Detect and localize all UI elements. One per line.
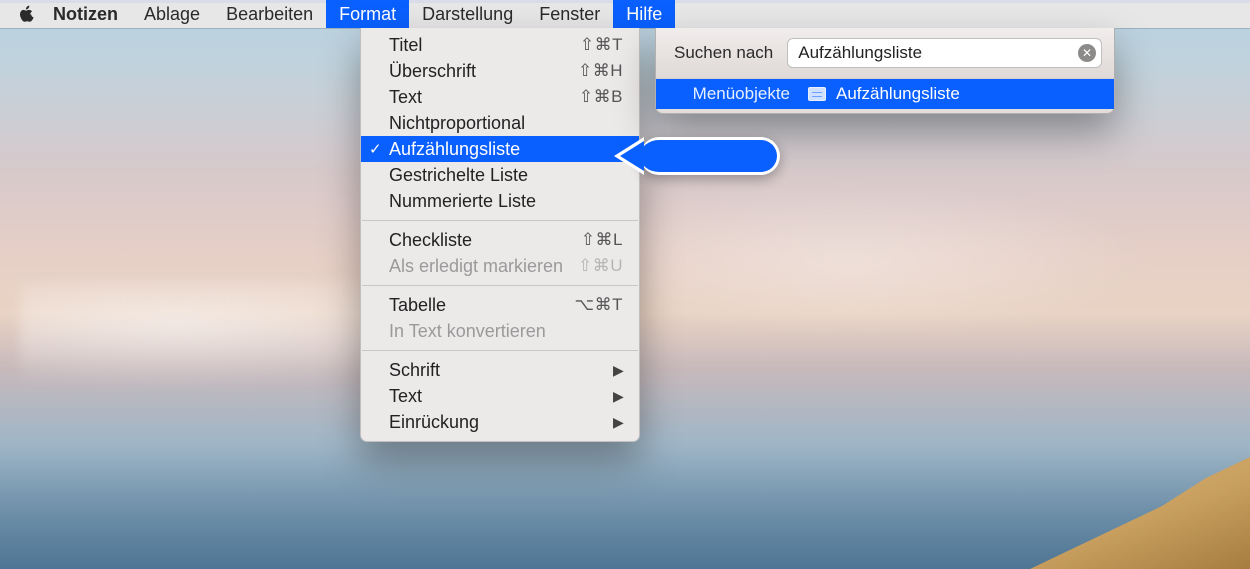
menu-format[interactable]: Format <box>326 0 409 28</box>
menu-item-in-text-konvertieren: In Text konvertieren <box>361 318 639 344</box>
menu-item-tabelle[interactable]: Tabelle ⌥⌘T <box>361 292 639 318</box>
help-result-label: Aufzählungsliste <box>836 84 960 104</box>
menu-fenster[interactable]: Fenster <box>526 0 613 28</box>
menu-item-label: Einrückung <box>389 412 613 433</box>
menu-item-als-erledigt: Als erledigt markieren ⇧⌘U <box>361 253 639 279</box>
menu-item-shortcut: ⌥⌘T <box>575 295 623 315</box>
menu-item-shortcut: ⇧⌘H <box>578 61 623 81</box>
highlight-callout <box>640 137 780 175</box>
menu-hilfe[interactable]: Hilfe <box>613 0 675 28</box>
menu-item-nummerierte-liste[interactable]: Nummerierte Liste <box>361 188 639 214</box>
apple-menu-icon[interactable] <box>14 0 40 28</box>
menu-item-label: Titel <box>389 35 580 56</box>
menu-item-label: Checkliste <box>389 230 581 251</box>
help-result: Aufzählungsliste <box>808 84 960 104</box>
menu-app-name[interactable]: Notizen <box>40 0 131 28</box>
menu-item-label: Aufzählungsliste <box>389 139 623 160</box>
help-result-category: Menüobjekte <box>670 84 790 104</box>
menu-separator <box>362 220 638 221</box>
help-search-row: Suchen nach ✕ <box>656 28 1114 79</box>
menu-item-label: Nichtproportional <box>389 113 623 134</box>
menu-separator <box>362 285 638 286</box>
help-result-row[interactable]: Menüobjekte Aufzählungsliste <box>656 79 1114 109</box>
menu-item-label: Text <box>389 386 613 407</box>
menu-item-label: Tabelle <box>389 295 575 316</box>
menu-item-label: Text <box>389 87 579 108</box>
menu-item-label: Überschrift <box>389 61 578 82</box>
clear-search-icon[interactable]: ✕ <box>1078 44 1096 62</box>
menu-ablage[interactable]: Ablage <box>131 0 213 28</box>
menu-item-label: Schrift <box>389 360 613 381</box>
menu-item-label: Als erledigt markieren <box>389 256 578 277</box>
menu-item-label: Gestrichelte Liste <box>389 165 623 186</box>
help-popover: Suchen nach ✕ Menüobjekte Aufzählungslis… <box>655 28 1115 114</box>
menu-item-titel[interactable]: Titel ⇧⌘T <box>361 32 639 58</box>
menu-item-label: Nummerierte Liste <box>389 191 623 212</box>
menu-item-text-submenu[interactable]: Text ▶ <box>361 383 639 409</box>
menubar: Notizen Ablage Bearbeiten Format Darstel… <box>0 0 1250 28</box>
chevron-right-icon: ▶ <box>613 414 623 431</box>
menu-item-shortcut: ⇧⌘U <box>578 256 623 276</box>
menu-item-schrift[interactable]: Schrift ▶ <box>361 357 639 383</box>
menu-item-shortcut: ⇧⌘B <box>579 87 623 107</box>
menu-item-ueberschrift[interactable]: Überschrift ⇧⌘H <box>361 58 639 84</box>
menu-item-gestrichelte-liste[interactable]: Gestrichelte Liste <box>361 162 639 188</box>
menu-item-shortcut: ⇧⌘T <box>580 35 623 55</box>
chevron-right-icon: ▶ <box>613 388 623 405</box>
menu-item-einrueckung[interactable]: Einrückung ▶ <box>361 409 639 435</box>
menu-item-checkliste[interactable]: Checkliste ⇧⌘L <box>361 227 639 253</box>
help-search-wrap: ✕ <box>787 38 1102 68</box>
checkmark-icon: ✓ <box>369 140 382 158</box>
menu-item-label: In Text konvertieren <box>389 321 623 342</box>
chevron-right-icon: ▶ <box>613 362 623 379</box>
menu-item-aufzaehlungsliste[interactable]: ✓ Aufzählungsliste <box>361 136 639 162</box>
menu-bearbeiten[interactable]: Bearbeiten <box>213 0 326 28</box>
format-menu-dropdown: Titel ⇧⌘T Überschrift ⇧⌘H Text ⇧⌘B Nicht… <box>360 28 640 442</box>
list-icon <box>808 87 826 101</box>
menu-darstellung[interactable]: Darstellung <box>409 0 526 28</box>
help-search-input[interactable] <box>787 38 1102 68</box>
help-search-label: Suchen nach <box>674 43 773 63</box>
menu-separator <box>362 350 638 351</box>
menu-item-shortcut: ⇧⌘L <box>581 230 623 250</box>
menu-item-text-style[interactable]: Text ⇧⌘B <box>361 84 639 110</box>
menu-item-nichtproportional[interactable]: Nichtproportional <box>361 110 639 136</box>
